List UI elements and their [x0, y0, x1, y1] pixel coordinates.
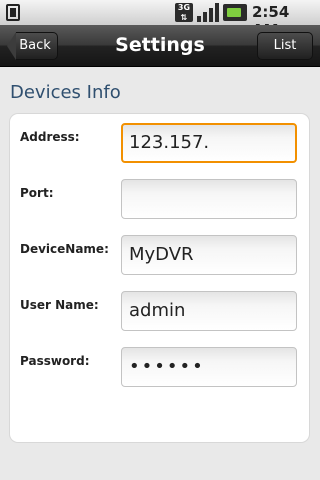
password-field[interactable]: •••••• [121, 347, 297, 387]
port-label: Port: [20, 186, 54, 200]
network-label: 3G [177, 3, 191, 12]
address-label: Address: [20, 130, 80, 144]
port-field[interactable] [121, 179, 297, 219]
title-bar: Back Settings List [0, 25, 320, 67]
sim-card-icon [6, 4, 20, 21]
address-field[interactable]: 123.157. [121, 123, 297, 163]
data-arrows-icon: ⇅ [180, 13, 188, 22]
user-name-field[interactable]: admin [121, 291, 297, 331]
password-label: Password: [20, 354, 90, 368]
signal-strength-icon [197, 3, 219, 22]
status-bar: 3G ⇅ 2:54 AM [0, 0, 320, 39]
device-name-field[interactable]: MyDVR [121, 235, 297, 275]
devices-info-form [10, 114, 309, 442]
device-name-label: DeviceName: [20, 242, 109, 256]
battery-charging-icon [223, 4, 247, 21]
network-3g-icon: 3G ⇅ [175, 3, 193, 22]
list-button[interactable]: List [257, 32, 313, 60]
user-name-label: User Name: [20, 298, 99, 312]
section-title: Devices Info [10, 82, 121, 103]
